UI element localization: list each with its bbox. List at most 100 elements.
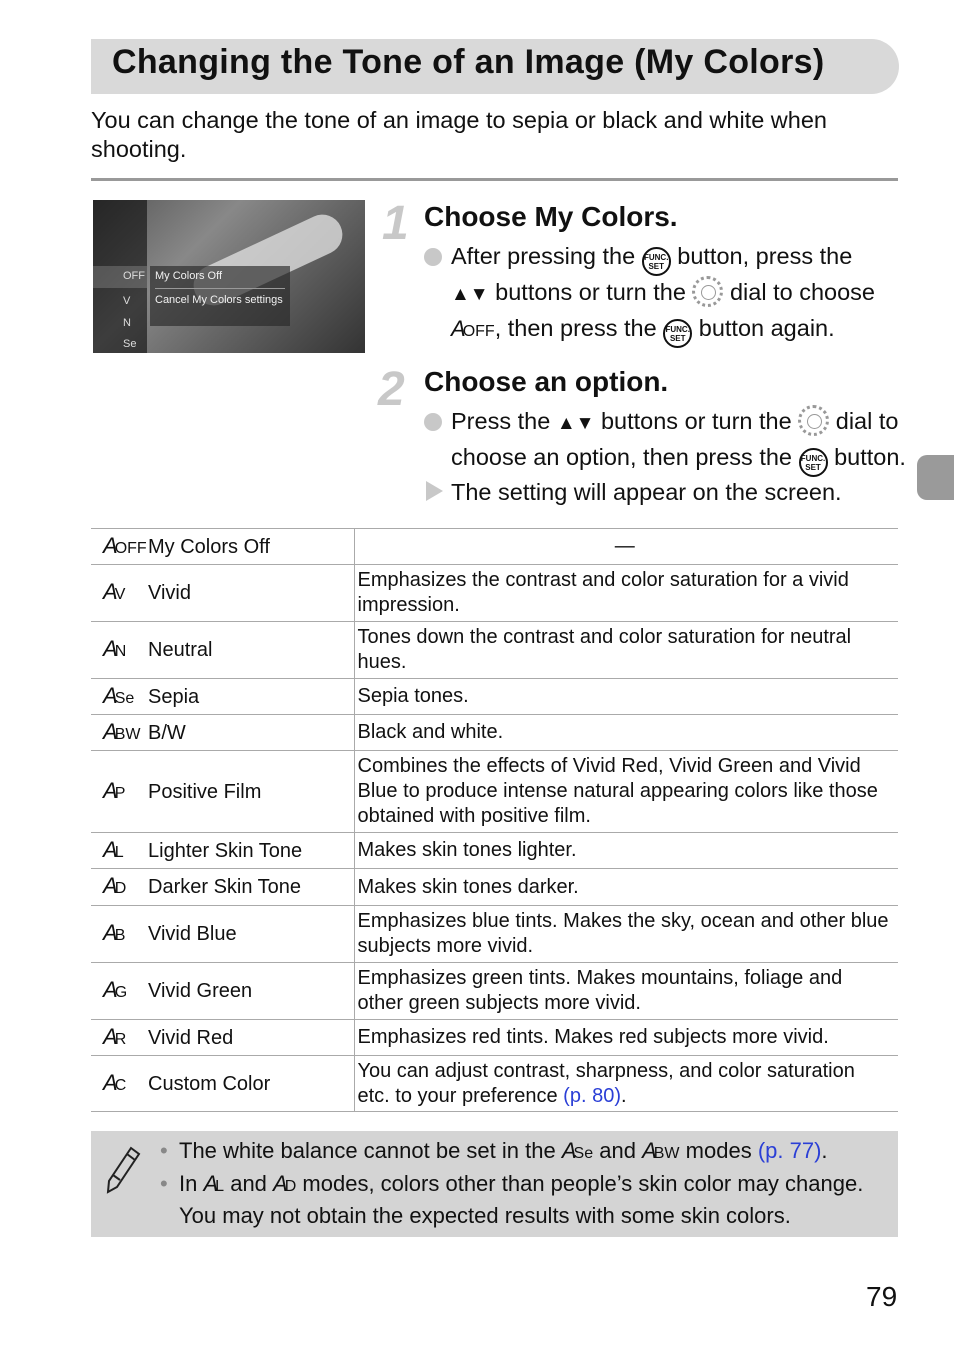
mode-cell: AN Neutral xyxy=(91,621,355,679)
note-box: • The white balance cannot be set in the… xyxy=(91,1131,898,1237)
step-number: 1 xyxy=(382,197,409,250)
menu-item-desc: Cancel My Colors settings xyxy=(155,294,283,306)
step-text: After pressing the FUNC. SET button, pre… xyxy=(451,240,911,348)
mode-cell: AOFFMy Colors Off xyxy=(91,528,355,565)
menu-panel: My Colors Off Cancel My Colors settings xyxy=(150,266,290,326)
table-row: AL Lighter Skin Tone Makes skin tones ligh… xyxy=(91,832,898,869)
vivid-icon: V xyxy=(123,295,131,307)
description-cell: Black and white. xyxy=(354,714,898,751)
mode-name: Neutral xyxy=(148,639,213,661)
mode-name: Vivid Green xyxy=(148,980,253,1002)
func-set-icon: FUNC. SET xyxy=(641,247,671,276)
control-dial-icon xyxy=(692,276,724,307)
my-colors-off-icon: AOFF xyxy=(103,532,147,558)
bullet-icon xyxy=(424,413,442,431)
step-text: Press the ▲▼ buttons or turn the dial to… xyxy=(451,405,911,477)
neutral-icon: N xyxy=(123,317,131,329)
darker-skin-icon: AD xyxy=(103,873,127,898)
bw-icon: ABW xyxy=(642,1138,680,1163)
neutral-icon: AN xyxy=(103,636,127,661)
mode-cell: AR Vivid Red xyxy=(91,1019,355,1056)
description-cell: Sepia tones. xyxy=(354,678,898,715)
table-row: AP Positive Film Combines the effects of V… xyxy=(91,750,898,833)
mode-cell: AD Darker Skin Tone xyxy=(91,868,355,906)
description-cell: Emphasizes green tints. Makes mountains,… xyxy=(354,962,898,1020)
note-item: • The white balance cannot be set in the… xyxy=(160,1136,894,1168)
vivid-red-icon: AR xyxy=(103,1023,127,1049)
mode-cell: AV Vivid xyxy=(91,564,355,622)
mode-cell: AC Custom Color xyxy=(91,1055,355,1112)
description-cell: — xyxy=(354,528,898,565)
custom-color-icon: AC xyxy=(103,1069,127,1095)
title-bar: Changing the Tone of an Image (My Colors… xyxy=(91,39,899,94)
up-down-arrows-icon: ▲▼ xyxy=(556,413,595,434)
mode-cell: AL Lighter Skin Tone xyxy=(91,832,355,869)
note-item: • In AL and AD modes, colors other than … xyxy=(160,1171,864,1228)
description-cell: Combines the effects of Vivid Red, Vivid… xyxy=(354,750,898,833)
table-row: ABW B/W Black and white. xyxy=(91,714,898,751)
mode-cell: AP Positive Film xyxy=(91,750,355,833)
description-cell: Tones down the contrast and color satura… xyxy=(354,621,898,679)
mode-name: Sepia xyxy=(148,685,200,708)
mode-cell: AB Vivid Blue xyxy=(91,905,355,963)
func-set-icon: FUNC. SET xyxy=(663,318,693,348)
mode-cell: AG Vivid Green xyxy=(91,962,355,1020)
description-cell: Makes skin tones lighter. xyxy=(354,832,898,869)
mode-cell: ASe Sepia xyxy=(91,678,355,715)
vivid-blue-icon: AB xyxy=(103,920,126,945)
description-cell: You can adjust contrast, sharpness, and … xyxy=(354,1055,898,1112)
intro-text: You can change the tone of an image to s… xyxy=(91,107,827,162)
lighter-skin-icon: AL xyxy=(203,1171,225,1196)
step-heading: Choose an option. xyxy=(424,366,669,397)
my-colors-off-icon: OFF xyxy=(123,270,145,282)
description-cell: Emphasizes red tints. Makes red subjects… xyxy=(354,1019,898,1056)
page-number: 79 xyxy=(866,1281,898,1312)
description-cell: Emphasizes the contrast and color satura… xyxy=(354,564,898,622)
step-heading: Choose My Colors. xyxy=(424,201,678,232)
mode-name: Custom Color xyxy=(148,1072,271,1095)
bullet-icon xyxy=(424,248,442,266)
func-set-icon: FUNC. SET xyxy=(798,447,828,477)
mode-cell: ABW B/W xyxy=(91,714,355,751)
step-number: 2 xyxy=(378,363,405,416)
mode-name: My Colors Off xyxy=(148,535,270,558)
mode-name: Darker Skin Tone xyxy=(148,876,302,898)
table-row: AB Vivid Blue Emphasizes blue tints. Makes… xyxy=(91,905,898,963)
mode-name: Vivid Red xyxy=(148,1026,234,1049)
table-row: AR Vivid Red Emphasizes red tints. Makes r… xyxy=(91,1019,898,1056)
menu-item-label: My Colors Off xyxy=(155,269,285,289)
page-link[interactable]: (p. 77) xyxy=(758,1138,822,1163)
sepia-icon: ASe xyxy=(103,682,135,708)
table-row: AV Vivid Emphasizes the contrast and color… xyxy=(91,564,898,622)
darker-skin-icon: AD xyxy=(273,1171,297,1196)
vivid-green-icon: AG xyxy=(103,977,128,1002)
my-colors-off-icon: AOFF xyxy=(451,315,495,341)
table-row: ASe Sepia Sepia tones. xyxy=(91,678,898,715)
camera-screen-image: OFF V N Se My Colors Off Cancel My Color… xyxy=(93,200,365,353)
table-row: AC Custom Color You can adjust contrast, s… xyxy=(91,1055,898,1112)
sepia-icon: Se xyxy=(123,338,137,350)
page-title: Changing the Tone of an Image (My Colors… xyxy=(112,43,825,81)
page-link[interactable]: (p. 80) xyxy=(563,1085,621,1107)
positive-film-icon: AP xyxy=(103,777,126,803)
step-result: The setting will appear on the screen. xyxy=(451,479,842,505)
result-arrow-icon xyxy=(426,481,443,501)
table-row: AD Darker Skin Tone Makes skin tones darke… xyxy=(91,868,898,906)
table-row: AG Vivid Green Emphasizes green tints. Mak… xyxy=(91,962,898,1020)
mode-name: Vivid Blue xyxy=(148,923,237,945)
divider xyxy=(91,178,898,181)
mode-name: Lighter Skin Tone xyxy=(148,839,303,862)
lighter-skin-icon: AL xyxy=(103,836,124,862)
pencil-icon xyxy=(106,1146,141,1194)
mode-name: Positive Film xyxy=(148,780,262,803)
my-colors-table: AOFFMy Colors Off — AV Vivid Emphasizes the … xyxy=(91,528,898,1112)
bw-icon: ABW xyxy=(103,718,141,744)
control-dial-icon xyxy=(798,405,830,436)
sepia-icon: ASe xyxy=(561,1138,594,1163)
vivid-icon: AV xyxy=(103,579,126,604)
chapter-tab xyxy=(917,455,954,500)
description-cell: Makes skin tones darker. xyxy=(354,868,898,906)
mode-name: B/W xyxy=(148,721,186,744)
up-down-arrows-icon: ▲▼ xyxy=(451,284,489,305)
description-cell: Emphasizes blue tints. Makes the sky, oc… xyxy=(354,905,898,963)
